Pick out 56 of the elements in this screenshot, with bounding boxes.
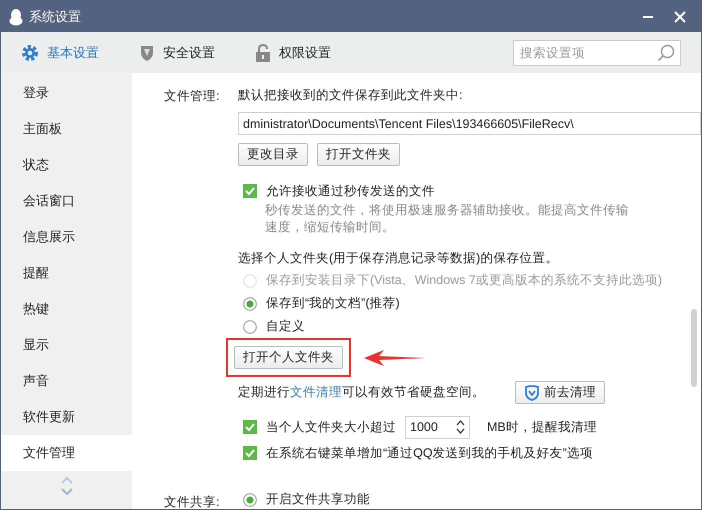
section-label: 文件共享: xyxy=(164,494,220,509)
penguin-icon xyxy=(9,8,23,26)
spinner-value: 1000 xyxy=(410,420,438,434)
search-field[interactable]: 搜索设置项 xyxy=(513,40,681,66)
cleanup-button[interactable]: 前去清理 xyxy=(515,381,605,404)
scroll-down-icon xyxy=(60,488,72,495)
gear-icon xyxy=(21,44,39,62)
description-text: 秒传发送的文件，将使用极速服务器辅助接收。能提高文件传输速度，缩短传输时间。 xyxy=(265,202,630,236)
radio-label: 保存到“我的文档”(推荐) xyxy=(266,295,400,312)
checkbox-label: 在系统右键菜单增加“通过QQ发送到我的手机及好友”选项 xyxy=(266,444,593,462)
minimize-icon xyxy=(643,16,653,18)
checkbox-label: 当个人文件夹大小超过 xyxy=(266,418,396,436)
close-icon xyxy=(674,10,686,22)
checkbox-label: MB时，提醒我清理 xyxy=(487,418,597,436)
checkbox-label: 允许接收通过秒传发送的文件 xyxy=(266,182,435,200)
scroll-up-icon xyxy=(60,477,72,484)
checkbox[interactable] xyxy=(243,446,257,460)
radio-label: 保存到安装目录下(Vista、Windows 7或更高版本的系统不支持此选项) xyxy=(266,272,662,289)
tab[interactable]: 安全设置 xyxy=(139,44,215,62)
search-icon xyxy=(657,44,675,62)
path-field[interactable]: dministrator\Documents\Tencent Files\193466605\FileRecv\ xyxy=(238,112,701,135)
sidebar-item[interactable]: 显示 xyxy=(1,327,132,363)
cleanup-text: 定期进行文件清理可以有效节省硬盘空间。 xyxy=(238,384,485,401)
sidebar-item[interactable]: 提醒 xyxy=(1,255,132,291)
sidebar-item[interactable]: 信息展示 xyxy=(1,219,132,255)
sidebar-item[interactable]: 声音 xyxy=(1,363,132,399)
checkbox[interactable] xyxy=(243,184,257,198)
sidebar-item[interactable]: 登录 xyxy=(1,75,132,111)
folder-button[interactable]: 更改目录 xyxy=(238,143,308,166)
window-title: 系统设置 xyxy=(29,8,82,26)
spinner-arrows-icon xyxy=(456,419,465,435)
radio-label: 开启文件共享功能 xyxy=(266,491,370,508)
intro-text: 默认把接收到的文件保存到此文件夹中: xyxy=(238,87,464,104)
sidebar-item[interactable]: 热键 xyxy=(1,291,132,327)
lock-icon xyxy=(255,44,271,62)
file-cleanup-link[interactable]: 文件清理 xyxy=(290,385,342,399)
sidebar-item[interactable]: 软件更新 xyxy=(1,399,132,435)
section-label: 文件管理: xyxy=(164,88,220,105)
section-heading: 选择个人文件夹(用于保存消息记录等数据)的保存位置。 xyxy=(238,250,560,267)
checkbox[interactable] xyxy=(243,420,257,434)
tab[interactable]: 权限设置 xyxy=(255,44,331,62)
sidebar-item[interactable]: 会话窗口 xyxy=(1,183,132,219)
radio-button[interactable] xyxy=(243,492,257,506)
radio-label: 自定义 xyxy=(266,318,305,335)
radio-button[interactable] xyxy=(243,320,257,334)
tab[interactable]: 基本设置 xyxy=(21,44,99,62)
shield-icon xyxy=(524,384,540,400)
sidebar-item[interactable]: 主面板 xyxy=(1,111,132,147)
radio-button[interactable] xyxy=(243,296,257,310)
folder-button[interactable]: 打开文件夹 xyxy=(317,143,400,166)
sidebar-item[interactable]: 文件管理 xyxy=(1,435,132,471)
open-folder-button[interactable]: 打开个人文件夹 xyxy=(234,346,343,369)
sidebar-item[interactable]: 状态 xyxy=(1,147,132,183)
scrollbar-thumb[interactable] xyxy=(691,309,697,387)
shield-icon xyxy=(139,44,155,62)
size-spinner[interactable]: 1000 xyxy=(405,416,470,438)
